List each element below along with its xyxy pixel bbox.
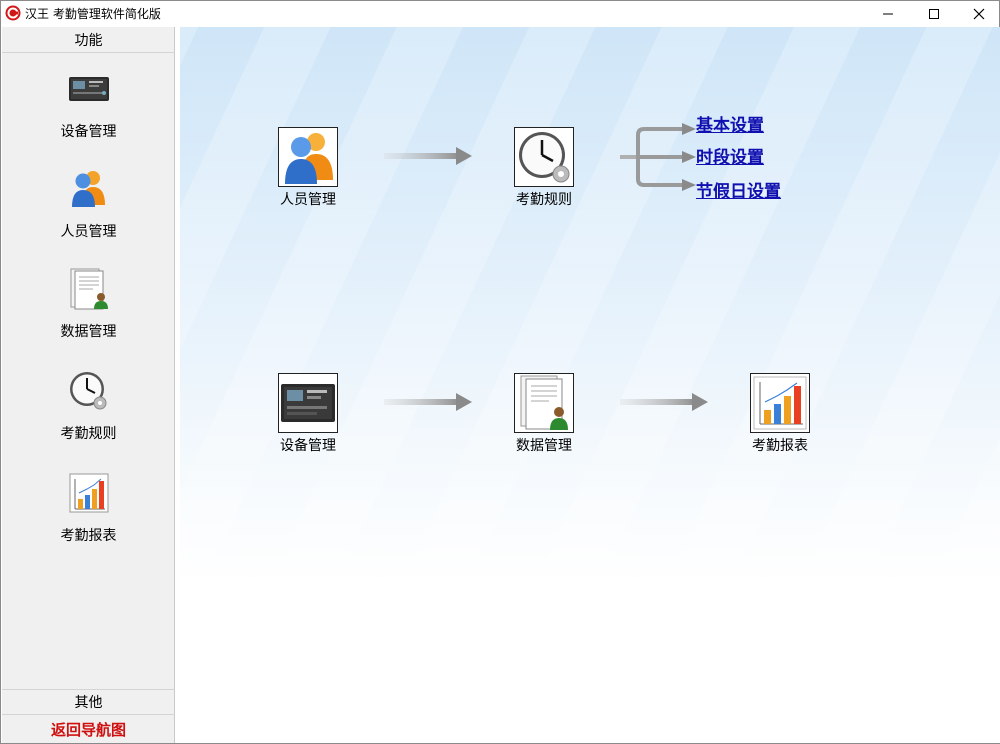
sidebar-item-report[interactable]: 考勤报表	[2, 471, 175, 561]
sidebar-item-people[interactable]: 人员管理	[2, 167, 175, 257]
device-icon	[281, 384, 335, 422]
flow-node-device[interactable]: 设备管理	[268, 373, 348, 463]
sidebar-item-label: 设备管理	[60, 124, 117, 140]
clock-icon	[519, 132, 570, 183]
device-node-frame	[278, 373, 338, 433]
data-document-icon	[70, 268, 108, 310]
sidebar-item-label: 考勤报表	[60, 528, 117, 544]
sidebar-item-device[interactable]: 设备管理	[2, 67, 175, 157]
flow-arrow-icon	[620, 393, 708, 411]
data-document-icon	[520, 375, 568, 430]
flow-node-label: 考勤规则	[516, 192, 572, 208]
clock-icon	[70, 372, 107, 410]
device-icon	[69, 77, 109, 101]
flow-arrow-icon	[384, 393, 472, 411]
link-basic-settings[interactable]: 基本设置	[696, 111, 764, 136]
sidebar-other-section[interactable]: 其他	[2, 689, 175, 715]
flow-node-label: 人员管理	[280, 192, 336, 208]
app-window: 汉王 考勤管理软件简化版 功能 设备管理 人员管理 数据管理 考勤规则 考勤报表…	[0, 0, 1000, 744]
sidebar-item-label: 数据管理	[60, 324, 117, 340]
sidebar-item-label: 人员管理	[60, 224, 117, 240]
function-sidebar: 功能 设备管理 人员管理 数据管理 考勤规则 考勤报表 其他 返回导航图	[2, 27, 175, 743]
flow-node-label: 数据管理	[516, 438, 572, 454]
people-node-frame	[278, 127, 338, 187]
flow-node-people[interactable]: 人员管理	[268, 127, 348, 217]
flow-node-report[interactable]: 考勤报表	[740, 373, 820, 463]
sidebar-item-label: 考勤规则	[60, 426, 117, 442]
flow-node-label: 设备管理	[280, 438, 336, 454]
people-icon	[72, 171, 105, 207]
navigation-panel: 人员管理 考勤规则 基本设置 时段设置 节假日设置 设备管理 数据管理 考勤报表	[180, 27, 1000, 743]
minimize-button[interactable]	[865, 1, 910, 26]
close-button[interactable]	[956, 1, 1000, 26]
maximize-button[interactable]	[911, 1, 956, 26]
people-icon	[285, 133, 333, 184]
flow-arrow-icon	[384, 147, 472, 165]
data-node-frame	[514, 373, 574, 433]
link-holiday-settings[interactable]: 节假日设置	[696, 177, 781, 202]
window-title: 汉王 考勤管理软件简化版	[25, 7, 161, 21]
report-chart-icon	[69, 473, 109, 513]
link-period-settings[interactable]: 时段设置	[696, 143, 764, 168]
sidebar-item-rules[interactable]: 考勤规则	[2, 369, 175, 459]
rules-node-frame	[514, 127, 574, 187]
return-nav-button[interactable]: 返回导航图	[2, 716, 175, 742]
app-logo-icon	[5, 5, 21, 21]
report-node-frame	[750, 373, 810, 433]
flow-node-label: 考勤报表	[752, 438, 808, 454]
branch-arrow-icon	[620, 123, 696, 191]
close-icon	[973, 8, 984, 19]
minimize-icon	[882, 13, 893, 14]
title-bar: 汉王 考勤管理软件简化版	[1, 1, 999, 26]
sidebar-header: 功能	[2, 27, 175, 53]
flow-node-data[interactable]: 数据管理	[504, 373, 584, 463]
report-chart-icon	[753, 376, 807, 430]
maximize-icon	[928, 8, 939, 19]
flow-node-rules[interactable]: 考勤规则	[504, 127, 584, 217]
sidebar-item-data[interactable]: 数据管理	[2, 267, 175, 357]
